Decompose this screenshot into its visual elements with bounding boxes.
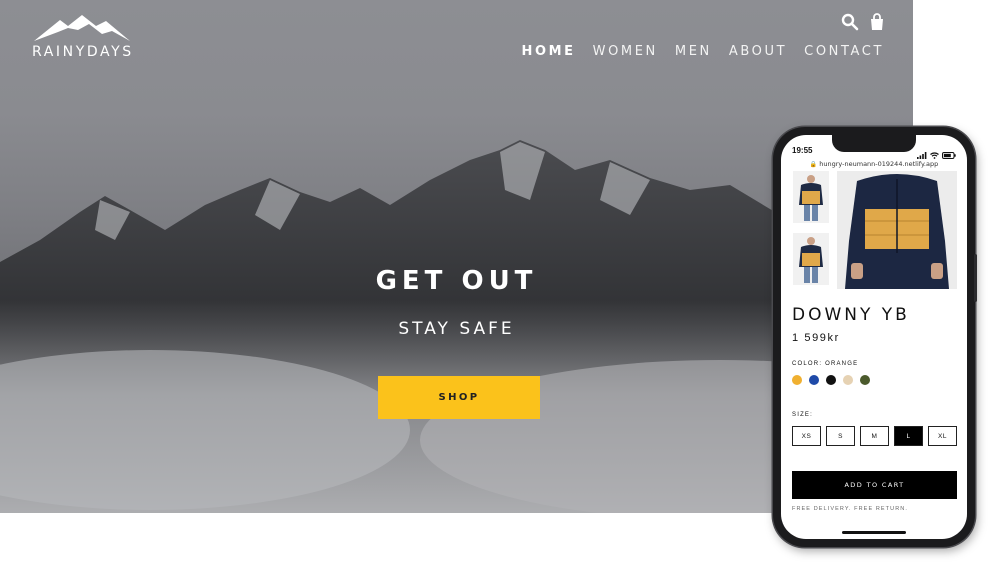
size-button-l[interactable]: L	[894, 426, 923, 446]
logo[interactable]: RAINYDAYS	[32, 14, 132, 62]
color-swatch-beige[interactable]	[843, 375, 853, 385]
nav-item-home[interactable]: HOME	[521, 44, 575, 59]
lock-icon: 🔒	[809, 161, 818, 168]
header-icons	[841, 13, 886, 31]
shopping-bag-icon[interactable]	[868, 13, 886, 31]
nav-item-about[interactable]: ABOUT	[729, 44, 787, 59]
phone-screen: 19:55 🔒 hungry-neumann-019244.netlify.app	[781, 135, 967, 539]
product-name: DOWNY YB	[792, 305, 910, 325]
size-button-xs[interactable]: XS	[792, 426, 821, 446]
color-swatch-orange[interactable]	[792, 375, 802, 385]
main-nav: HOME WOMEN MEN ABOUT CONTACT	[521, 44, 884, 59]
phone-mockup: 19:55 🔒 hungry-neumann-019244.netlify.app	[773, 127, 977, 547]
size-options: XS S M L XL	[792, 426, 957, 446]
size-button-m[interactable]: M	[860, 426, 889, 446]
nav-item-men[interactable]: MEN	[675, 44, 712, 59]
delivery-note: FREE DELIVERY. FREE RETURN.	[792, 506, 908, 512]
color-swatch-blue[interactable]	[809, 375, 819, 385]
size-button-xl[interactable]: XL	[928, 426, 957, 446]
logo-text: RAINYDAYS	[32, 44, 134, 60]
phone-side-button	[974, 254, 977, 302]
size-label: SIZE:	[792, 412, 814, 418]
product-main-image[interactable]	[837, 171, 957, 289]
product-thumbnail[interactable]	[793, 171, 829, 223]
color-swatches	[792, 375, 870, 385]
product-price: 1 599kr	[792, 332, 840, 344]
color-label: COLOR: ORANGE	[792, 361, 859, 367]
status-time: 19:55	[792, 146, 813, 155]
shop-button[interactable]: SHOP	[378, 376, 540, 419]
size-button-s[interactable]: S	[826, 426, 855, 446]
url-text: hungry-neumann-019244.netlify.app	[819, 160, 939, 168]
nav-item-women[interactable]: WOMEN	[593, 44, 658, 59]
nav-item-contact[interactable]: CONTACT	[804, 44, 884, 59]
color-swatch-olive[interactable]	[860, 375, 870, 385]
mountain-logo-icon	[34, 15, 130, 41]
search-icon[interactable]	[841, 13, 859, 31]
browser-url-bar[interactable]: 🔒 hungry-neumann-019244.netlify.app	[781, 160, 967, 168]
home-indicator	[842, 531, 906, 534]
product-thumbnail[interactable]	[793, 233, 829, 285]
color-swatch-black[interactable]	[826, 375, 836, 385]
phone-notch	[832, 135, 916, 152]
add-to-cart-button[interactable]: ADD TO CART	[792, 471, 957, 499]
